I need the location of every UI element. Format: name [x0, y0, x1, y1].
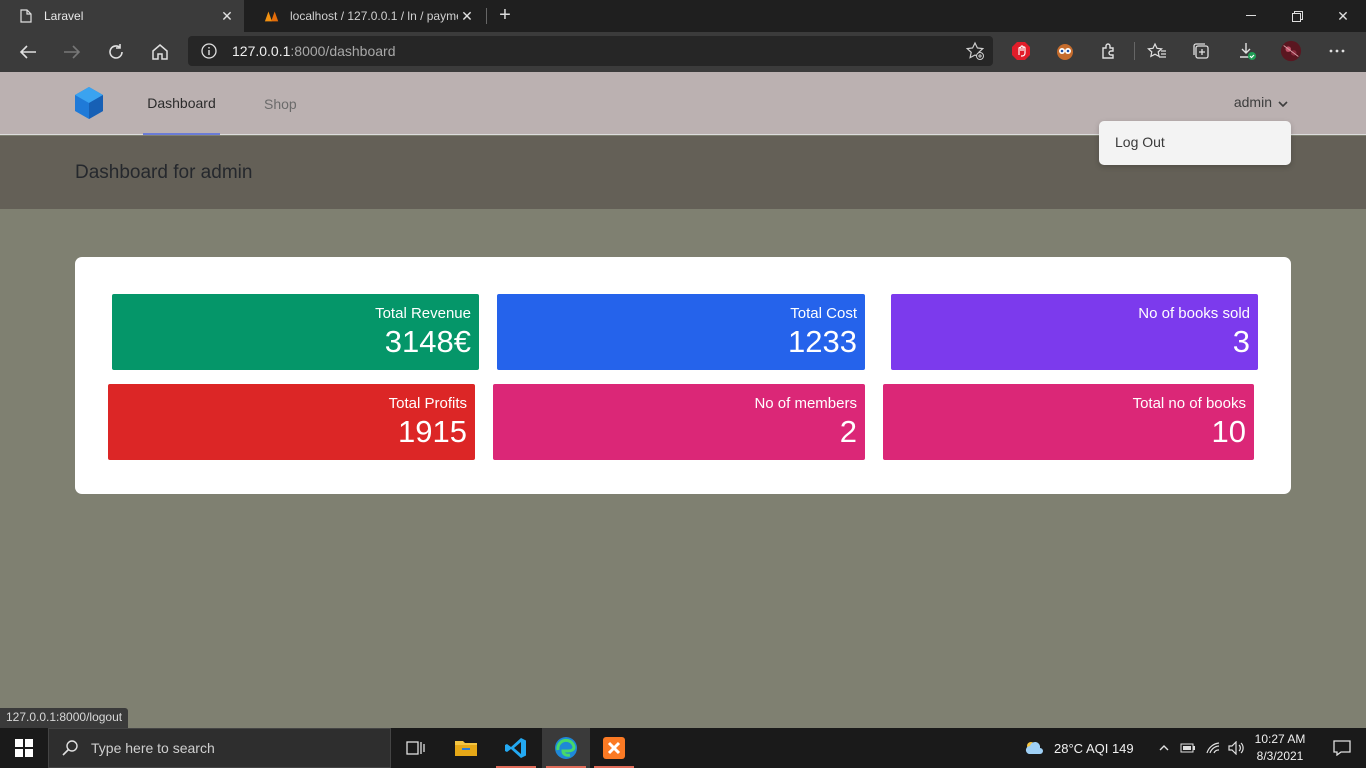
stat-label: No of books sold	[1138, 305, 1250, 322]
close-icon[interactable]: ✕	[458, 7, 476, 25]
back-button[interactable]	[14, 38, 42, 66]
phpmyadmin-icon	[264, 8, 280, 24]
windows-icon	[15, 739, 33, 757]
notification-icon[interactable]	[1318, 728, 1366, 768]
chevron-up-icon[interactable]	[1156, 728, 1172, 768]
stat-books-sold: No of books sold 3	[891, 294, 1258, 370]
stat-value: 3148€	[384, 324, 471, 359]
url-text: 127.0.0.1:8000/dashboard	[232, 43, 395, 59]
add-favorite-icon[interactable]	[965, 41, 985, 61]
browser-tab-bar: Laravel ✕ localhost / 127.0.0.1 / ln / p…	[0, 0, 1366, 32]
stat-label: No of members	[754, 395, 857, 412]
chevron-down-icon	[1278, 94, 1288, 110]
search-icon	[61, 739, 79, 757]
clock-date: 8/3/2021	[1256, 749, 1304, 763]
task-view-icon[interactable]	[392, 728, 440, 768]
stat-label: Total Revenue	[375, 305, 471, 322]
clock[interactable]: 10:27 AM 8/3/2021	[1250, 731, 1310, 765]
status-bar-url: 127.0.0.1:8000/logout	[0, 708, 129, 728]
stat-total-revenue: Total Revenue 3148€	[112, 294, 479, 370]
start-button[interactable]	[0, 728, 48, 768]
app-logo[interactable]	[74, 86, 104, 120]
battery-icon[interactable]	[1180, 728, 1196, 768]
new-tab-button[interactable]: +	[494, 4, 516, 26]
volume-icon[interactable]	[1228, 728, 1246, 768]
stats-card: Total Revenue 3148€ Total Cost 1233 No o…	[75, 257, 1291, 494]
minimize-button[interactable]	[1228, 0, 1274, 32]
tab-title: Laravel	[44, 9, 84, 23]
tab-separator	[486, 8, 487, 24]
windows-taskbar: Type here to search 28°C AQI 149 10:27 A…	[0, 728, 1366, 768]
downloads-icon[interactable]	[1236, 40, 1258, 62]
close-icon[interactable]: ✕	[218, 7, 236, 25]
toolbar-divider	[1134, 42, 1135, 60]
stat-total-books: Total no of books 10	[883, 384, 1254, 460]
stat-value: 10	[1211, 414, 1246, 449]
page-title: Dashboard for admin	[75, 162, 253, 183]
tab-title: localhost / 127.0.0.1 / ln / payme	[290, 9, 458, 23]
search-placeholder: Type here to search	[91, 740, 215, 756]
wifi-icon[interactable]	[1204, 728, 1222, 768]
user-dropdown: Log Out	[1099, 121, 1291, 165]
info-icon[interactable]	[200, 42, 218, 60]
edge-browser-icon[interactable]	[542, 728, 590, 768]
settings-more-icon[interactable]	[1326, 40, 1348, 62]
forward-button[interactable]	[58, 38, 86, 66]
taskbar-search[interactable]: Type here to search	[48, 728, 391, 768]
stat-value: 2	[839, 414, 857, 449]
stat-label: Total Cost	[790, 305, 857, 322]
extensions-icon[interactable]	[1098, 40, 1120, 62]
close-window-button[interactable]: ✕	[1320, 0, 1366, 32]
user-name: admin	[1233, 94, 1272, 110]
collections-icon[interactable]	[1190, 40, 1212, 62]
url-host: 127.0.0.1	[232, 43, 291, 59]
stat-value: 1915	[398, 414, 467, 449]
stat-label: Total Profits	[388, 395, 467, 412]
stat-members: No of members 2	[493, 384, 865, 460]
stat-total-profits: Total Profits 1915	[108, 384, 475, 460]
adblock-icon[interactable]	[1010, 40, 1032, 62]
owl-extension-icon[interactable]	[1054, 40, 1076, 62]
user-menu[interactable]: admin	[1234, 94, 1288, 110]
stat-value: 1233	[788, 324, 857, 359]
weather-icon[interactable]	[1020, 728, 1048, 768]
stat-label: Total no of books	[1132, 395, 1246, 412]
nav-shop[interactable]: Shop	[264, 72, 297, 135]
profile-avatar[interactable]	[1280, 40, 1302, 62]
address-bar[interactable]: 127.0.0.1:8000/dashboard	[188, 36, 993, 66]
clock-time: 10:27 AM	[1254, 732, 1306, 746]
tab-laravel[interactable]: Laravel ✕	[0, 0, 244, 32]
page-icon	[18, 8, 34, 24]
refresh-button[interactable]	[102, 38, 130, 66]
url-path: :8000/dashboard	[290, 43, 396, 59]
file-explorer-icon[interactable]	[442, 728, 490, 768]
restore-button[interactable]	[1274, 0, 1320, 32]
vscode-icon[interactable]	[492, 728, 540, 768]
logout-link[interactable]: Log Out	[1115, 134, 1165, 150]
tab-phpmyadmin[interactable]: localhost / 127.0.0.1 / ln / payme ✕	[246, 0, 484, 32]
nav-dashboard[interactable]: Dashboard	[143, 72, 220, 135]
home-button[interactable]	[146, 38, 174, 66]
stat-value: 3	[1232, 324, 1250, 359]
favorites-icon[interactable]	[1146, 40, 1168, 62]
stat-total-cost: Total Cost 1233	[497, 294, 865, 370]
xampp-icon[interactable]	[590, 728, 638, 768]
weather-text[interactable]: 28°C AQI 149	[1054, 728, 1134, 768]
